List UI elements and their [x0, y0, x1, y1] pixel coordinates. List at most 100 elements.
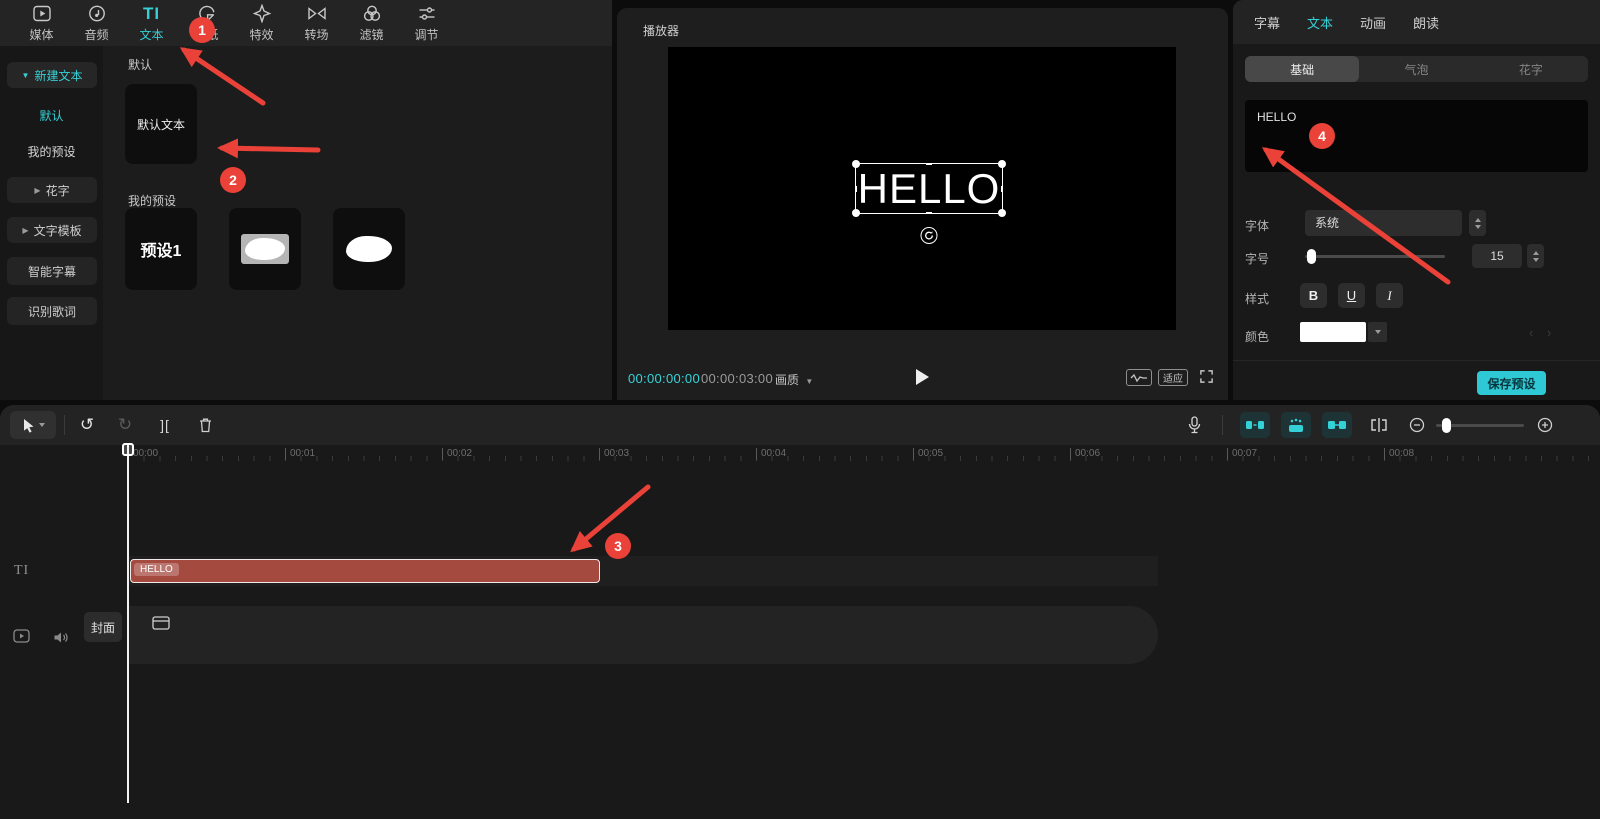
preset-card-1[interactable]: 预设1: [125, 208, 197, 290]
zoom-out-button[interactable]: [1404, 412, 1430, 438]
timeline-zoom-slider[interactable]: [1436, 424, 1524, 427]
effects-icon: [252, 3, 272, 24]
toolbar-filters[interactable]: 滤镜: [344, 3, 399, 43]
timeline-toolbar: ↺ ↻ ][: [0, 405, 1600, 445]
toolbar-effects[interactable]: 特效: [234, 3, 289, 43]
quality-dropdown[interactable]: 画质 ▼: [775, 371, 813, 388]
text-content-input[interactable]: HELLO: [1245, 100, 1588, 172]
preset-card-3[interactable]: [333, 208, 405, 290]
size-value-input[interactable]: 15: [1472, 244, 1522, 268]
handle-bottom-mid[interactable]: [926, 212, 932, 214]
cover-frame-icon[interactable]: [152, 616, 170, 635]
handle-bottom-left[interactable]: [852, 209, 860, 217]
size-slider[interactable]: [1305, 255, 1445, 258]
waveform-toggle-icon[interactable]: [1126, 369, 1152, 386]
caret-right-icon: ▶: [22, 226, 28, 235]
ruler-label: 00:04: [756, 448, 786, 460]
sidebar-item-fancy-text[interactable]: ▶ 花字: [7, 177, 97, 203]
player-title: 播放器: [643, 22, 679, 39]
toolbar-audio[interactable]: 音频: [69, 3, 124, 43]
tab-animation[interactable]: 动画: [1360, 13, 1386, 32]
timeline-zoom-thumb[interactable]: [1442, 418, 1451, 433]
sidebar-item-text-templates[interactable]: ▶ 文字模板: [7, 217, 97, 243]
size-slider-thumb[interactable]: [1307, 249, 1316, 264]
toolbar-transitions[interactable]: 转场: [289, 3, 344, 43]
handle-top-left[interactable]: [852, 160, 860, 168]
sidebar-item-new-text[interactable]: ▼ 新建文本: [7, 62, 97, 88]
sidebar-item-default[interactable]: 默认: [0, 107, 103, 124]
handle-bottom-right[interactable]: [998, 209, 1006, 217]
snap-toggle-button[interactable]: [1240, 412, 1270, 438]
play-button[interactable]: [913, 367, 931, 390]
text-selection-box[interactable]: HELLO: [855, 163, 1003, 214]
chevron-down-icon: [1375, 330, 1381, 334]
divider: [64, 415, 65, 435]
save-preset-button[interactable]: 保存预设: [1477, 371, 1546, 395]
playhead-handle[interactable]: [122, 443, 134, 456]
prev-arrow-icon[interactable]: ‹: [1529, 325, 1533, 340]
underline-button[interactable]: U: [1338, 283, 1365, 308]
text-clip-label: HELLO: [134, 563, 179, 576]
timeline-ruler[interactable]: 00:00 00:01 00:02 00:03 00:04 00:05 00:0…: [0, 445, 1600, 463]
next-arrow-icon[interactable]: ›: [1547, 325, 1551, 340]
adjust-spacing-button[interactable]: [1364, 412, 1394, 438]
track-thumbnail-icon[interactable]: [13, 629, 30, 648]
subtab-bubble[interactable]: 气泡: [1359, 56, 1473, 82]
handle-top-right[interactable]: [998, 160, 1006, 168]
rotate-handle[interactable]: [921, 227, 938, 244]
color-swatch[interactable]: [1300, 322, 1366, 342]
mute-audio-icon[interactable]: [53, 631, 69, 649]
audio-icon: [87, 3, 107, 24]
default-text-card[interactable]: 默认文本: [125, 84, 197, 164]
preset-thumbnail: [241, 234, 289, 264]
text-clip[interactable]: HELLO: [130, 559, 600, 583]
tab-text[interactable]: 文本: [1307, 13, 1333, 32]
handle-top-mid[interactable]: [926, 163, 932, 165]
undo-button[interactable]: ↺: [74, 412, 100, 438]
zoom-in-button[interactable]: [1532, 412, 1558, 438]
toolbar-sticker[interactable]: 贴纸: [179, 3, 234, 43]
tab-read-aloud[interactable]: 朗读: [1413, 13, 1439, 32]
player-panel: 播放器 HELLO 00:00:00:00 00:00:03:00 画: [617, 8, 1228, 400]
delete-button[interactable]: [192, 412, 218, 438]
ruler-label: 00:08: [1384, 448, 1414, 460]
font-spinner[interactable]: [1469, 210, 1486, 236]
fullscreen-icon[interactable]: [1199, 369, 1214, 387]
sidebar-item-recognize-lyrics[interactable]: 识别歌词: [7, 297, 97, 325]
bold-button[interactable]: B: [1300, 283, 1327, 308]
expand-clip-icon: [1368, 417, 1390, 433]
sidebar-item-my-presets[interactable]: 我的预设: [0, 143, 103, 160]
redo-button[interactable]: ↻: [112, 412, 138, 438]
video-preview[interactable]: HELLO: [668, 47, 1176, 330]
font-select[interactable]: 系统: [1305, 210, 1462, 236]
color-label: 颜色: [1245, 328, 1269, 345]
text-sidebar: ▼ 新建文本 默认 我的预设 ▶ 花字 ▶ 文字模板 智能字幕 识别歌词: [0, 46, 103, 400]
preset-card-2[interactable]: [229, 208, 301, 290]
linkage-toggle-button[interactable]: [1281, 412, 1311, 438]
toolbar-text[interactable]: TI 文本: [124, 3, 179, 43]
subtab-basic[interactable]: 基础: [1245, 56, 1359, 82]
toolbar-text-label: 文本: [139, 26, 163, 43]
toolbar-adjust[interactable]: 调节: [399, 3, 454, 43]
subtab-fancy[interactable]: 花字: [1474, 56, 1588, 82]
playhead[interactable]: [127, 443, 129, 803]
color-dropdown[interactable]: [1368, 322, 1387, 342]
preview-axis-toggle-button[interactable]: [1322, 412, 1352, 438]
filters-icon: [362, 3, 382, 24]
record-voiceover-button[interactable]: [1181, 412, 1207, 438]
divider: [1233, 360, 1600, 361]
italic-button[interactable]: I: [1376, 283, 1403, 308]
fit-button[interactable]: 适应: [1158, 369, 1188, 386]
cover-button[interactable]: 封面: [84, 612, 122, 642]
size-spinner[interactable]: [1527, 244, 1544, 268]
select-tool-button[interactable]: [10, 411, 56, 439]
tab-subtitles[interactable]: 字幕: [1254, 13, 1280, 32]
style-label: 样式: [1245, 290, 1269, 307]
caret-down-icon: ▼: [22, 71, 30, 80]
handle-right-mid[interactable]: [1001, 186, 1003, 192]
toolbar-media[interactable]: 媒体: [14, 3, 69, 43]
split-button[interactable]: ][: [152, 412, 178, 438]
sidebar-item-smart-subtitles[interactable]: 智能字幕: [7, 257, 97, 285]
toolbar-adjust-label: 调节: [414, 26, 438, 43]
handle-left-mid[interactable]: [855, 186, 857, 192]
